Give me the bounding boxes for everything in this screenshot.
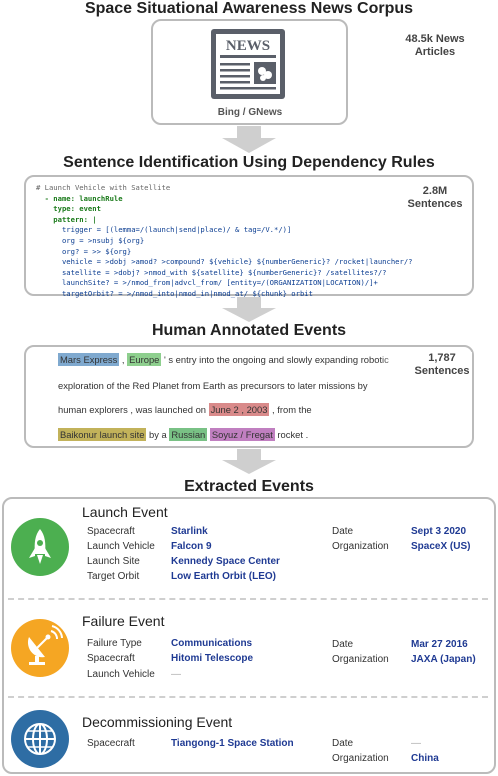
field-value: Communications [171, 638, 253, 649]
rules-title: Sentence Identification Using Dependency… [63, 154, 435, 171]
arrow-down-icon [222, 449, 276, 474]
field-label: Date [332, 526, 354, 537]
field-value: Mar 27 2016 [411, 639, 468, 650]
dependency-rule-code: # Launch Vehicle with Satellite - name: … [36, 183, 412, 300]
code-line: vehicle = >dobj >amod? >compound? ${vehi… [36, 257, 413, 267]
field-value: China [411, 753, 439, 764]
field-label: Failure Type [87, 638, 142, 649]
field-value: — [171, 669, 181, 680]
field-label: Target Orbit [87, 571, 140, 582]
field-value: Tiangong-1 Space Station [171, 738, 294, 749]
field-label: Spacecraft [87, 738, 135, 749]
event-divider [8, 696, 488, 698]
field-label: Spacecraft [87, 653, 135, 664]
arrow-down-icon [222, 126, 276, 153]
annotated-stat: 1,787 Sentences [412, 352, 472, 378]
field-label: Date [332, 639, 354, 650]
corpus-stat: 48.5k News Articles [395, 33, 475, 59]
field-label: Organization [332, 541, 389, 552]
code-line: launchSite? = >/nmod_from|advcl_from/ [e… [36, 278, 378, 288]
globe-icon [24, 723, 56, 755]
field-value: Starlink [171, 526, 208, 537]
field-value: JAXA (Japan) [411, 654, 476, 665]
field-label: Organization [332, 753, 389, 764]
rules-stat-line2: Sentences [407, 198, 463, 210]
field-value: Hitomi Telescope [171, 653, 254, 664]
failure-event-title: Failure Event [82, 613, 165, 629]
entity-vehicle: Soyuz / Fregat [209, 428, 275, 441]
field-value: — [411, 738, 421, 749]
decommissioning-event-title: Decommissioning Event [82, 714, 233, 730]
extracted-box [2, 497, 496, 774]
sentence-text: human explorers , was launched on [58, 404, 209, 415]
corpus-title: Space Situational Awareness News Corpus [84, 0, 414, 17]
extracted-title: Extracted Events [184, 478, 314, 495]
field-label: Launch Vehicle [87, 669, 155, 680]
arrow-down-icon [222, 297, 276, 322]
entity-date: June 2 , 2003 [208, 403, 270, 416]
sentence-line-4: Baikonur launch site by a Russian Soyuz … [58, 428, 309, 441]
sentence-text: , from the [269, 404, 312, 415]
corpus-stat-line2: Articles [414, 46, 456, 58]
field-value: Sept 3 2020 [411, 526, 467, 537]
sentence-text: , [119, 354, 128, 365]
field-label: Date [332, 738, 354, 749]
field-value: Kennedy Space Center [171, 556, 280, 567]
annotated-stat-line2: Sentences [414, 365, 470, 377]
satellite-dish-icon [27, 625, 63, 665]
launch-event-title: Launch Event [82, 504, 168, 520]
sentence-text: rocket . [274, 429, 309, 440]
newspaper-heading: NEWS [226, 38, 270, 54]
sentence-line-1: Mars Express , Europe ' s entry into the… [58, 353, 389, 366]
sentence-line-2: exploration of the Red Planet from Earth… [58, 380, 368, 391]
field-value: Falcon 9 [171, 541, 212, 552]
rules-stat: 2.8M Sentences [400, 185, 470, 211]
entity-country: Russian [169, 428, 208, 441]
field-label: Launch Vehicle [87, 541, 155, 552]
code-line: type: event [36, 204, 101, 214]
code-line: satellite = >dobj? >nmod_with ${satellit… [36, 267, 387, 277]
source-label: Bing / GNews [217, 107, 283, 118]
sentence-line-3: human explorers , was launched on June 2… [58, 403, 312, 416]
code-line: # Launch Vehicle with Satellite [36, 183, 171, 192]
rocket-icon [29, 529, 51, 564]
field-label: Organization [332, 654, 389, 665]
code-line: org? = >> ${org} [36, 246, 132, 256]
field-value: Low Earth Orbit (LEO) [171, 571, 276, 582]
code-line: pattern: | [36, 214, 97, 224]
field-value: SpaceX (US) [411, 541, 471, 552]
event-divider [8, 598, 488, 600]
entity-spacecraft: Mars Express [58, 353, 120, 366]
field-label: Spacecraft [87, 526, 135, 537]
code-line: - name: launchRule [36, 193, 123, 203]
annotated-title: Human Annotated Events [151, 322, 347, 339]
annotated-stat-line1: 1,787 [428, 352, 456, 364]
rules-stat-line1: 2.8M [422, 185, 448, 197]
code-line: trigger = [(lemma=/(launch|send|place)/ … [36, 225, 292, 235]
code-line: org = >nsubj ${org} [36, 235, 145, 245]
newspaper-icon: NEWS [208, 27, 288, 101]
sentence-text: by a [146, 429, 170, 440]
corpus-stat-line1: 48.5k News [405, 33, 465, 45]
entity-launch-site: Baikonur launch site [58, 428, 147, 441]
entity-organization: Europe [127, 353, 162, 366]
field-label: Launch Site [87, 556, 140, 567]
sentence-text: ' s entry into the ongoing and slowly ex… [161, 354, 389, 365]
